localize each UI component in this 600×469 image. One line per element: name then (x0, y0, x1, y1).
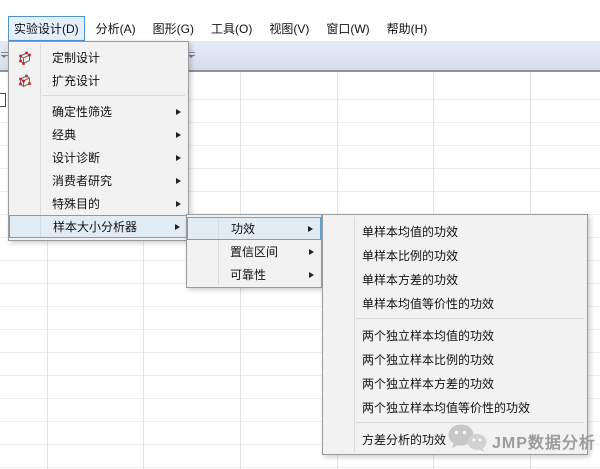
menu-item-special-purpose[interactable]: 特殊目的 (9, 192, 188, 215)
watermark-text: JMP数据分析 (492, 429, 596, 453)
menubar-item-view[interactable]: 视图(V) (263, 16, 315, 41)
menubar-item-doe[interactable]: 实验设计(D) (8, 16, 85, 41)
menu-item-label: 可靠性 (230, 266, 266, 283)
menu-item-reliability[interactable]: 可靠性 (187, 263, 321, 286)
menu-item-one-sample-equivalence-power[interactable]: 单样本均值等价性的功效 (323, 291, 587, 315)
submenu-arrow-icon (309, 249, 314, 255)
menu-item-label: 特殊目的 (52, 195, 100, 212)
menu-item-label: 样本大小分析器 (53, 218, 137, 235)
table-panel-fragment (0, 93, 6, 107)
menu-item-custom-design[interactable]: 定制设计 (9, 46, 188, 69)
menu-item-label: 两个独立样本比例的功效 (362, 351, 494, 368)
menu-item-augment-design[interactable]: 扩充设计 (9, 69, 188, 92)
menu-item-label: 单样本比例的功效 (362, 247, 458, 264)
menu-item-label: 两个独立样本方差的功效 (362, 375, 494, 392)
menu-item-label: 消费者研究 (52, 172, 112, 189)
menu-item-consumer-studies[interactable]: 消费者研究 (9, 169, 188, 192)
menu-item-power[interactable]: 功效 (187, 217, 321, 240)
menu-separator (42, 95, 185, 96)
wechat-logo-icon (447, 423, 487, 458)
menu-item-two-sample-means-power[interactable]: 两个独立样本均值的功效 (323, 323, 587, 347)
menu-item-one-sample-mean-power[interactable]: 单样本均值的功效 (323, 219, 587, 243)
menubar-item-help[interactable]: 帮助(H) (381, 16, 434, 41)
menu-item-label: 单样本均值等价性的功效 (362, 295, 494, 312)
toolbar-overflow-icon[interactable] (188, 52, 195, 63)
toolbar-overflow-icon[interactable] (1, 52, 8, 63)
menu-item-two-sample-variances-power[interactable]: 两个独立样本方差的功效 (323, 371, 587, 395)
menu-item-label: 功效 (231, 220, 255, 237)
submenu-arrow-icon (175, 224, 180, 230)
menu-item-label: 置信区间 (230, 243, 278, 260)
menu-separator (356, 318, 584, 319)
menu-item-label: 单样本均值的功效 (362, 223, 458, 240)
menu-item-label: 确定性筛选 (52, 103, 112, 120)
menu-item-two-sample-proportions-power[interactable]: 两个独立样本比例的功效 (323, 347, 587, 371)
menu-item-one-sample-variance-power[interactable]: 单样本方差的功效 (323, 267, 587, 291)
menu-item-two-sample-equivalence-power[interactable]: 两个独立样本均值等价性的功效 (323, 395, 587, 419)
submenu-arrow-icon (176, 201, 181, 207)
menu-item-label: 两个独立样本均值的功效 (362, 327, 494, 344)
doe-menu: 定制设计 扩充设计 确定性筛选 经典 设计诊断 消费者研究 (8, 41, 189, 241)
menubar-item-graph[interactable]: 图形(G) (147, 16, 200, 41)
menu-item-label: 扩充设计 (52, 72, 100, 89)
submenu-arrow-icon (176, 109, 181, 115)
menu-item-classical[interactable]: 经典 (9, 123, 188, 146)
menu-item-definitive-screening[interactable]: 确定性筛选 (9, 100, 188, 123)
menu-item-one-sample-proportion-power[interactable]: 单样本比例的功效 (323, 243, 587, 267)
submenu-arrow-icon (309, 272, 314, 278)
menu-item-label: 两个独立样本均值等价性的功效 (362, 399, 530, 416)
doe-custom-design-icon (17, 50, 32, 65)
menubar-item-window[interactable]: 窗口(W) (320, 16, 375, 41)
menu-item-confidence-intervals[interactable]: 置信区间 (187, 240, 321, 263)
menu-item-label: 设计诊断 (52, 149, 100, 166)
sample-size-menu: 功效 置信区间 可靠性 (186, 214, 322, 288)
menu-bar: 实验设计(D) 分析(A) 图形(G) 工具(O) 视图(V) 窗口(W) 帮助… (0, 15, 600, 41)
menu-item-design-diagnostics[interactable]: 设计诊断 (9, 146, 188, 169)
menubar-item-tools[interactable]: 工具(O) (205, 16, 258, 41)
menubar-item-analyze[interactable]: 分析(A) (90, 16, 142, 41)
submenu-arrow-icon (176, 132, 181, 138)
power-menu: 单样本均值的功效 单样本比例的功效 单样本方差的功效 单样本均值等价性的功效 两… (322, 214, 588, 455)
menu-item-label: 定制设计 (52, 49, 100, 66)
menu-item-sample-size-explorers[interactable]: 样本大小分析器 (9, 215, 188, 238)
submenu-arrow-icon (176, 178, 181, 184)
menu-item-label: 单样本方差的功效 (362, 271, 458, 288)
menu-item-label: 方差分析的功效 (362, 431, 446, 448)
submenu-arrow-icon (176, 155, 181, 161)
doe-augment-design-icon (17, 73, 32, 88)
watermark: JMP数据分析 (447, 423, 596, 458)
submenu-arrow-icon (308, 226, 313, 232)
menu-item-label: 经典 (52, 126, 76, 143)
